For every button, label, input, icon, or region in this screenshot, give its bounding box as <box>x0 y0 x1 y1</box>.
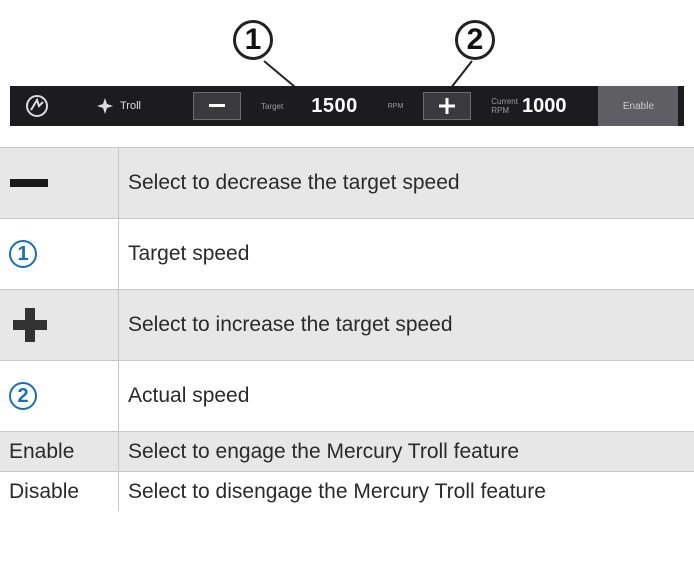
callout-two: 2 <box>455 20 495 60</box>
troll-mode-label: Troll <box>120 100 141 112</box>
current-rpm-label: Current RPM <box>491 97 518 115</box>
disable-symbol: Disable <box>9 479 80 503</box>
increase-button[interactable] <box>423 92 472 120</box>
legend-symbol-cell <box>0 289 119 361</box>
enable-button-label: Enable <box>622 100 655 112</box>
troll-toolbar: Troll Target 1500 RPM Current RPM 1000 E… <box>10 86 684 126</box>
legend-row-target: 1 Target speed <box>0 218 694 290</box>
callout-one: 1 <box>233 20 273 60</box>
target-label: Target <box>260 101 284 111</box>
legend-row-increase: Select to increase the target speed <box>0 289 694 361</box>
legend-symbol-cell: Enable <box>0 431 119 472</box>
legend-description: Select to engage the Mercury Troll featu… <box>118 431 694 472</box>
legend-description: Target speed <box>118 218 694 290</box>
legend-description: Select to disengage the Mercury Troll fe… <box>118 471 694 511</box>
legend-description: Select to increase the target speed <box>118 289 694 361</box>
toolbar-figure: 1 2 Troll Target 1500 RPM Current RPM 10… <box>0 0 694 140</box>
minus-icon <box>208 104 225 107</box>
legend-symbol-cell: 1 <box>0 218 119 290</box>
legend-row-enable: Enable Select to engage the Mercury Trol… <box>0 431 694 472</box>
mercury-logo-icon <box>22 91 52 121</box>
legend-row-disable: Disable Select to disengage the Mercury … <box>0 471 694 511</box>
legend-description: Select to decrease the target speed <box>118 147 694 219</box>
legend-symbol-cell: 2 <box>0 360 119 432</box>
callout-one-icon: 1 <box>9 240 37 268</box>
current-label-line1: Current <box>491 97 518 106</box>
target-unit: RPM <box>387 102 404 110</box>
callout-two-symbol: 2 <box>17 384 29 407</box>
plus-icon <box>13 308 47 342</box>
enable-symbol: Enable <box>9 439 75 463</box>
legend-symbol-cell <box>0 147 119 219</box>
troll-mode[interactable]: Troll <box>96 97 141 115</box>
callout-two-icon: 2 <box>9 382 37 410</box>
legend-symbol-cell: Disable <box>0 471 119 511</box>
callout-one-label: 1 <box>244 23 262 56</box>
propeller-icon <box>97 98 113 114</box>
enable-button[interactable]: Enable <box>598 86 679 126</box>
decrease-button[interactable] <box>192 92 241 120</box>
callout-one-symbol: 1 <box>17 242 29 265</box>
plus-icon <box>439 98 456 114</box>
current-label-line2: RPM <box>491 106 510 115</box>
minus-icon <box>10 179 48 187</box>
callout-two-label: 2 <box>466 23 484 56</box>
legend-description: Actual speed <box>118 360 694 432</box>
legend-table: Select to decrease the target speed 1 Ta… <box>0 147 694 511</box>
legend-row-actual: 2 Actual speed <box>0 360 694 432</box>
target-value: 1500 <box>311 94 358 117</box>
legend-row-decrease: Select to decrease the target speed <box>0 147 694 219</box>
current-value: 1000 <box>521 94 567 117</box>
